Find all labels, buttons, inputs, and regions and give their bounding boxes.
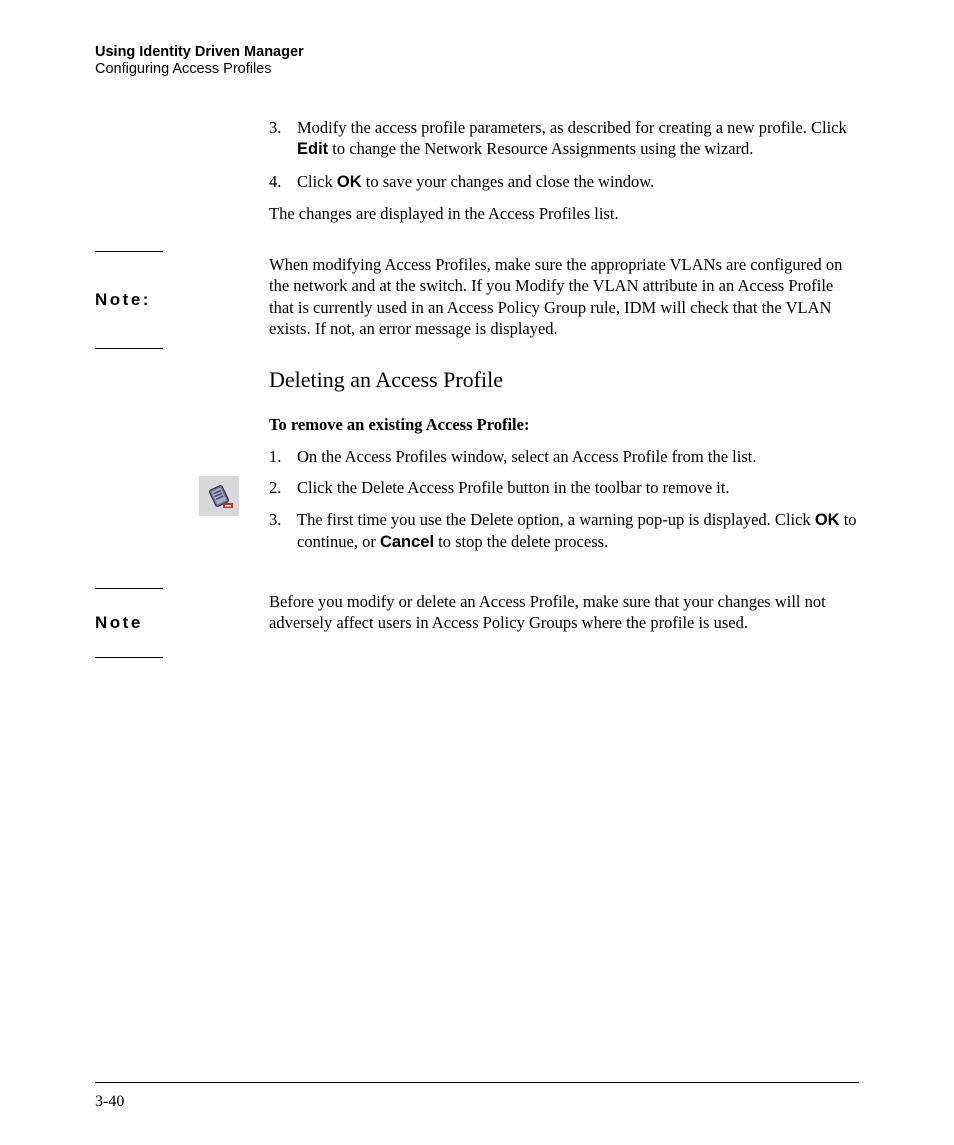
step-text-bold2: Cancel [380,533,434,551]
step-text-post: to save your changes and close the windo… [362,172,655,191]
step-4: 4. Click OK to save your changes and clo… [269,171,859,193]
step-text-pre: The first time you use the Delete option… [297,510,815,529]
step-num: 2. [269,477,281,498]
step-text-pre: Click [297,172,337,191]
step-text: Click the Delete Access Profile button i… [297,478,730,497]
section-title: Deleting an Access Profile [269,367,859,393]
footer-rule [95,1082,859,1083]
step-text: On the Access Profiles window, select an… [297,447,756,466]
step-num: 3. [269,509,281,530]
note-block-2: Note Before you modify or delete an Acce… [95,588,859,658]
note-label: Note [95,588,163,658]
delete-step-2: 2. Click the Delete Access Profile butto… [269,477,859,498]
delete-step-3: 3. The first time you use the Delete opt… [269,509,859,554]
step-text-bold1: OK [815,511,840,529]
step-num: 1. [269,446,281,467]
note-body: When modifying Access Profiles, make sur… [269,251,859,340]
step-text-pre: Modify the access profile parameters, as… [297,118,847,137]
lead-line: To remove an existing Access Profile: [269,415,859,435]
step-text-post: to change the Network Resource Assignmen… [328,139,753,158]
note-label: Note: [95,251,163,349]
step-3: 3. Modify the access profile parameters,… [269,117,859,161]
delete-profile-icon [199,476,239,516]
result-paragraph: The changes are displayed in the Access … [269,203,859,224]
step-num: 3. [269,117,281,138]
note-body: Before you modify or delete an Access Pr… [269,588,859,634]
step-num: 4. [269,171,281,192]
step-text-post: to stop the delete process. [434,532,608,551]
delete-step-1: 1. On the Access Profiles window, select… [269,446,859,467]
page-number: 3-40 [95,1093,124,1111]
header-section: Configuring Access Profiles [95,61,859,77]
note-block-1: Note: When modifying Access Profiles, ma… [95,251,859,349]
step-text-bold: OK [337,173,362,191]
header-chapter: Using Identity Driven Manager [95,44,859,60]
step-text-bold: Edit [297,140,328,158]
